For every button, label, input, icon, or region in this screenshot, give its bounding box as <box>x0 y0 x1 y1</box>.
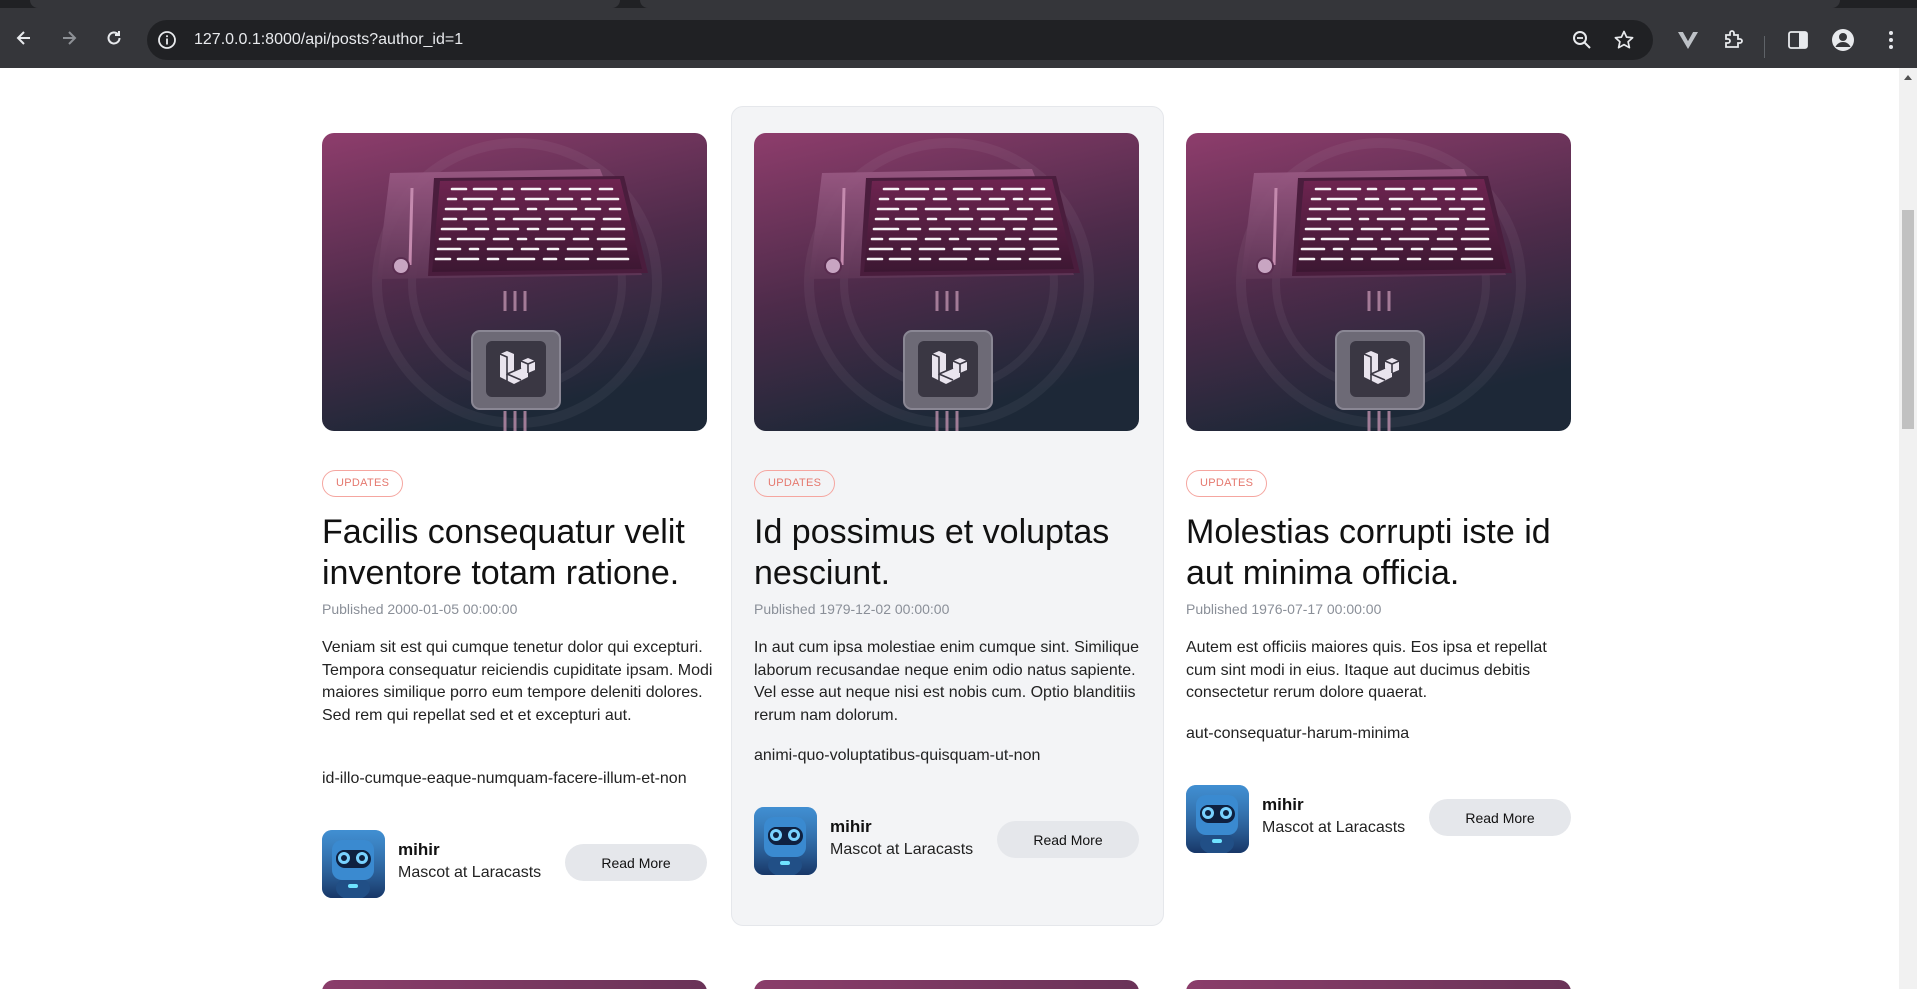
post-title[interactable]: Molestias corrupti iste id aut minima of… <box>1186 512 1581 594</box>
arrow-left-icon <box>16 31 30 45</box>
side-panel-icon[interactable] <box>1786 28 1810 52</box>
published-date: Published 1979-12-02 00:00:00 <box>754 601 950 617</box>
zoom-icon[interactable] <box>1571 29 1593 51</box>
vertical-scrollbar[interactable] <box>1899 68 1917 989</box>
post-excerpt: Autem est officiis maiores quis. Eos ips… <box>1186 639 1547 701</box>
browser-tab[interactable] <box>640 0 1840 8</box>
post-thumbnail[interactable] <box>322 980 707 989</box>
post-thumbnail[interactable] <box>1186 980 1571 989</box>
post-thumbnail[interactable] <box>322 133 707 431</box>
scroll-up-icon[interactable] <box>1904 75 1912 80</box>
profile-icon[interactable] <box>1831 28 1855 52</box>
read-more-button[interactable]: Read More <box>1429 799 1571 836</box>
post-excerpt: In aut cum ipsa molestiae enim cumque si… <box>754 639 1140 724</box>
avatar <box>1186 785 1249 853</box>
post-title[interactable]: Id possimus et voluptas nesciunt. <box>754 512 1149 594</box>
browser-tab[interactable] <box>30 0 620 8</box>
forward-button[interactable] <box>53 22 85 54</box>
vue-extension-icon[interactable] <box>1676 28 1700 52</box>
author-name: mihir <box>1262 795 1304 814</box>
back-button[interactable] <box>8 22 40 54</box>
post-card: UPDATES Molestias corrupti iste id aut m… <box>1162 106 1595 906</box>
author-role: Mascot at Laracasts <box>398 864 542 881</box>
address-bar[interactable]: 127.0.0.1:8000/api/posts?author_id=1 <box>147 20 1653 60</box>
page-content: UPDATES Facilis consequatur velit invent… <box>0 68 1899 989</box>
toolbar-divider <box>1764 36 1765 58</box>
star-icon[interactable] <box>1613 29 1635 51</box>
post-slug: animi-quo-voluptatibus-quisquam-ut-non <box>754 747 1041 764</box>
post-thumbnail[interactable] <box>754 980 1139 989</box>
published-date: Published 2000-01-05 00:00:00 <box>322 601 518 617</box>
post-slug: id-illo-cumque-eaque-numquam-facere-illu… <box>322 770 687 787</box>
post-title[interactable]: Facilis consequatur velit inventore tota… <box>322 512 717 594</box>
avatar <box>322 830 385 898</box>
reload-button[interactable] <box>98 22 130 54</box>
reload-icon <box>107 31 121 45</box>
read-more-button[interactable]: Read More <box>565 844 707 881</box>
avatar <box>754 807 817 875</box>
category-tag[interactable]: UPDATES <box>322 470 404 497</box>
kebab-menu-icon[interactable] <box>1879 28 1903 52</box>
arrow-right-icon <box>63 31 77 45</box>
author-role: Mascot at Laracasts <box>830 841 974 858</box>
author-name: mihir <box>398 840 440 859</box>
url-text[interactable]: 127.0.0.1:8000/api/posts?author_id=1 <box>194 20 463 60</box>
scrollbar-thumb[interactable] <box>1902 210 1914 429</box>
post-card-featured: UPDATES Id possimus et voluptas nesciunt… <box>731 106 1164 926</box>
puzzle-icon[interactable] <box>1721 28 1745 52</box>
author-role: Mascot at Laracasts <box>1262 819 1406 836</box>
category-tag[interactable]: UPDATES <box>1186 470 1268 497</box>
published-date: Published 1976-07-17 00:00:00 <box>1186 601 1382 617</box>
tab-strip <box>0 0 1917 8</box>
browser-toolbar: 127.0.0.1:8000/api/posts?author_id=1 <box>0 8 1917 68</box>
post-excerpt: Veniam sit est qui cumque tenetur dolor … <box>322 639 713 724</box>
author-name: mihir <box>830 817 872 836</box>
post-thumbnail[interactable] <box>754 133 1139 431</box>
post-card: UPDATES Facilis consequatur velit invent… <box>298 106 731 906</box>
category-tag[interactable]: UPDATES <box>754 470 836 497</box>
post-thumbnail[interactable] <box>1186 133 1571 431</box>
post-slug: aut-consequatur-harum-minima <box>1186 725 1410 742</box>
read-more-button[interactable]: Read More <box>997 821 1139 858</box>
info-icon[interactable] <box>157 30 177 50</box>
